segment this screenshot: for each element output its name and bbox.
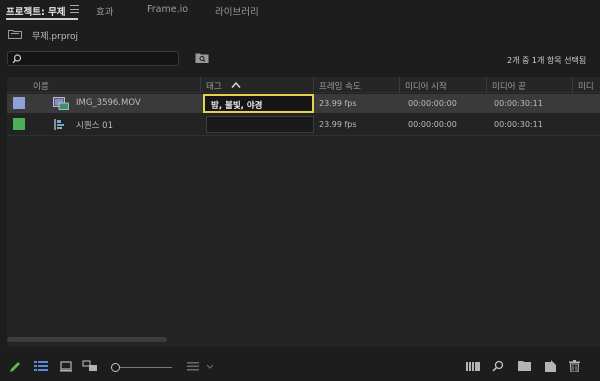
column-header-frame-rate[interactable]: 프레임 속도 bbox=[319, 80, 361, 92]
table-row[interactable]: IMG_3596.MOV 밤, 불빛, 야경 23.99 fps 00:00:0… bbox=[7, 94, 600, 113]
label-color-swatch[interactable] bbox=[13, 97, 25, 109]
media-start-cell: 00:00:00:00 bbox=[408, 99, 457, 108]
automate-to-sequence-icon[interactable] bbox=[466, 360, 480, 372]
tab-project[interactable]: 프로젝트: 무제 bbox=[6, 4, 66, 18]
media-end-cell: 00:00:30:11 bbox=[494, 120, 543, 129]
column-divider[interactable] bbox=[399, 77, 400, 93]
panel-tab-bar: 프로젝트: 무제 효과 Frame.io 라이브러리 bbox=[0, 0, 600, 22]
new-item-icon[interactable] bbox=[545, 360, 556, 372]
sort-icons-icon[interactable] bbox=[187, 360, 199, 372]
column-header-row: 이름 태그 프레임 속도 미디어 시작 미디어 끝 미디 bbox=[7, 77, 600, 93]
item-name: IMG_3596.MOV bbox=[76, 98, 141, 108]
icon-view-icon[interactable] bbox=[60, 360, 72, 372]
column-divider[interactable] bbox=[572, 77, 573, 93]
column-divider[interactable] bbox=[200, 77, 201, 93]
sort-ascending-icon[interactable] bbox=[231, 82, 241, 88]
search-field[interactable] bbox=[7, 51, 179, 66]
zoom-slider-handle[interactable] bbox=[111, 363, 120, 372]
tab-libraries[interactable]: 라이브러리 bbox=[215, 4, 259, 18]
column-header-name[interactable]: 이름 bbox=[33, 80, 49, 92]
tag-edit-field[interactable]: 밤, 불빛, 야경 bbox=[203, 94, 314, 113]
trash-icon[interactable] bbox=[569, 360, 580, 372]
active-tab-indicator bbox=[6, 18, 78, 20]
column-header-media-start[interactable]: 미디어 시작 bbox=[405, 80, 447, 92]
video-clip-icon bbox=[53, 97, 69, 110]
search-input[interactable] bbox=[26, 53, 176, 65]
column-divider[interactable] bbox=[486, 77, 487, 93]
chevron-down-icon[interactable] bbox=[206, 360, 214, 372]
tag-cell[interactable] bbox=[206, 116, 314, 133]
column-divider[interactable] bbox=[313, 77, 314, 93]
find-icon[interactable] bbox=[492, 360, 504, 372]
item-name: 시퀀스 01 bbox=[76, 121, 113, 131]
label-color-swatch[interactable] bbox=[13, 118, 25, 130]
bottom-toolbar bbox=[0, 356, 600, 381]
project-item-list: 이름 태그 프레임 속도 미디어 시작 미디어 끝 미디 IMG_3596.MO… bbox=[7, 77, 600, 347]
selection-status: 2개 중 1개 항목 선택됨 bbox=[507, 56, 587, 65]
panel-menu-icon[interactable] bbox=[70, 5, 79, 13]
new-search-bin-icon[interactable] bbox=[195, 52, 209, 64]
project-folder-icon bbox=[8, 30, 22, 39]
tab-effects[interactable]: 효과 bbox=[96, 4, 113, 18]
sequence-icon bbox=[54, 119, 64, 130]
pencil-icon[interactable] bbox=[8, 360, 22, 374]
list-view-icon[interactable] bbox=[34, 360, 48, 372]
media-start-cell: 00:00:00:00 bbox=[408, 120, 457, 129]
search-icon bbox=[12, 54, 22, 64]
row-divider bbox=[7, 135, 600, 136]
column-header-tag[interactable]: 태그 bbox=[206, 80, 222, 92]
media-end-cell: 00:00:30:11 bbox=[494, 99, 543, 108]
table-row[interactable]: 시퀀스 01 23.99 fps 00:00:00:00 00:00:30:11 bbox=[7, 115, 600, 134]
column-header-media-end[interactable]: 미디어 끝 bbox=[492, 80, 526, 92]
frame-rate-cell: 23.99 fps bbox=[319, 120, 357, 129]
freeform-view-icon[interactable] bbox=[82, 360, 98, 372]
new-bin-icon[interactable] bbox=[518, 360, 531, 371]
frame-rate-cell: 23.99 fps bbox=[319, 99, 357, 108]
zoom-slider-track[interactable] bbox=[120, 367, 172, 368]
tab-frameio[interactable]: Frame.io bbox=[147, 4, 188, 15]
column-header-more[interactable]: 미디 bbox=[578, 80, 594, 92]
tag-value: 밤, 불빛, 야경 bbox=[211, 101, 263, 111]
horizontal-scrollbar[interactable] bbox=[7, 337, 167, 342]
project-file-name: 무제.prproj bbox=[32, 32, 79, 42]
